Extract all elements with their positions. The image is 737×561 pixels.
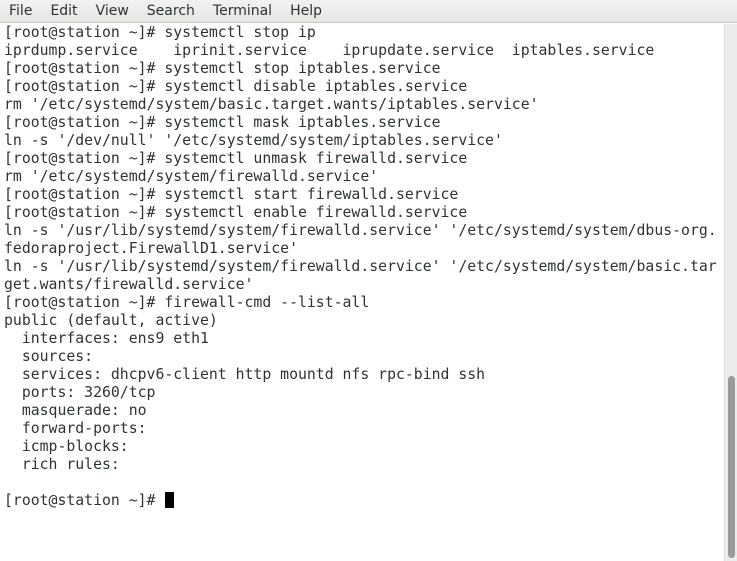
terminal-line: [root@station ~]# systemctl mask iptable… — [4, 114, 441, 131]
shell-prompt: [root@station ~]# — [4, 492, 165, 509]
terminal-line: rich rules: — [4, 456, 120, 473]
menu-file[interactable]: File — [0, 0, 41, 23]
terminal-line: forward-ports: — [4, 420, 147, 437]
terminal-line: interfaces: ens9 eth1 — [4, 330, 209, 347]
terminal-line: [root@station ~]# systemctl stop iptable… — [4, 60, 441, 77]
terminal-line: sources: — [4, 348, 94, 365]
menu-terminal[interactable]: Terminal — [204, 0, 281, 23]
menu-bar: File Edit View Search Terminal Help — [0, 0, 737, 23]
terminal-line: [root@station ~]# systemctl start firewa… — [4, 186, 459, 203]
terminal-line: rm '/etc/systemd/system/basic.target.wan… — [4, 96, 539, 113]
terminal-line: fedoraproject.FirewallD1.service' — [4, 240, 298, 257]
menu-view[interactable]: View — [87, 0, 138, 23]
terminal-window: File Edit View Search Terminal Help [roo… — [0, 0, 737, 561]
terminal-line: get.wants/firewalld.service' — [4, 276, 254, 293]
scrollbar-thumb[interactable] — [728, 376, 735, 558]
terminal-line: [root@station ~]# systemctl enable firew… — [4, 204, 468, 221]
terminal-output-area[interactable]: [root@station ~]# systemctl stop ip iprd… — [0, 24, 724, 561]
terminal-line: public (default, active) — [4, 312, 218, 329]
terminal-line: ports: 3260/tcp — [4, 384, 156, 401]
terminal-line: [root@station ~]# systemctl stop ip — [4, 24, 316, 41]
terminal-line: services: dhcpv6-client http mountd nfs … — [4, 366, 486, 383]
terminal-line: iprdump.service iprinit.service iprupdat… — [4, 42, 655, 59]
terminal-line: masquerade: no — [4, 402, 147, 419]
prompt-line[interactable]: [root@station ~]# — [4, 492, 717, 510]
terminal-line: ln -s '/dev/null' '/etc/systemd/system/i… — [4, 132, 503, 149]
terminal-line: ln -s '/usr/lib/systemd/system/firewalld… — [4, 258, 717, 275]
terminal-line: [root@station ~]# firewall-cmd --list-al… — [4, 294, 370, 311]
text-cursor — [165, 492, 175, 508]
terminal-lines: [root@station ~]# systemctl stop ip iprd… — [4, 24, 717, 510]
terminal-line: ln -s '/usr/lib/systemd/system/firewalld… — [4, 222, 717, 239]
menu-help[interactable]: Help — [281, 0, 331, 23]
terminal-line: icmp-blocks: — [4, 438, 129, 455]
menu-edit[interactable]: Edit — [41, 0, 86, 23]
terminal-line: [root@station ~]# systemctl unmask firew… — [4, 150, 468, 167]
vertical-scrollbar[interactable] — [724, 24, 737, 561]
terminal-line: [root@station ~]# systemctl disable ipta… — [4, 78, 468, 95]
terminal-line: rm '/etc/systemd/system/firewalld.servic… — [4, 168, 379, 185]
menu-search[interactable]: Search — [138, 0, 204, 23]
